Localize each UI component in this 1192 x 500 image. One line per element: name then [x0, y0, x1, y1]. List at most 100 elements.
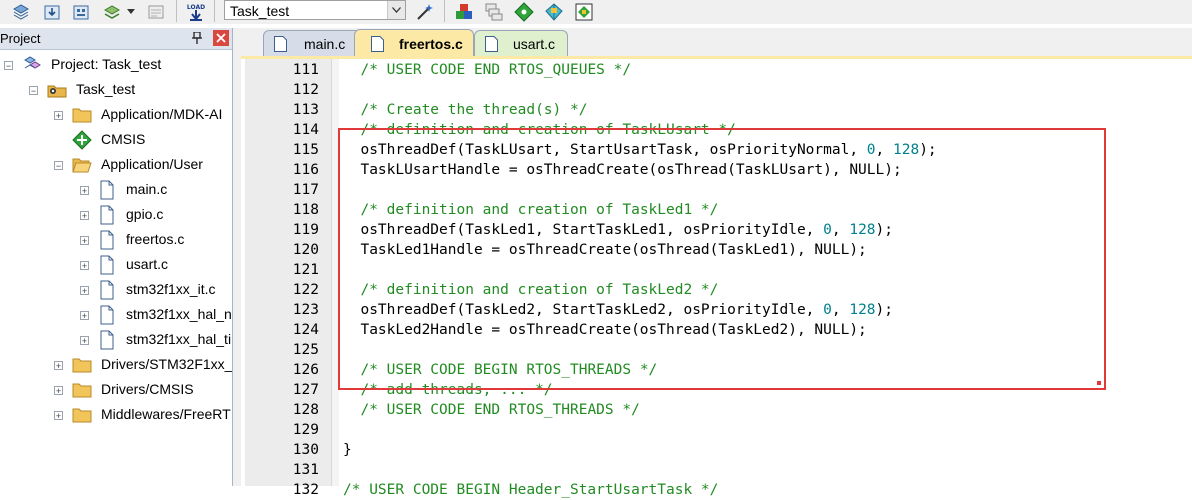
code-line[interactable]: /* USER CODE BEGIN Header_StartUsartTask… — [343, 480, 718, 500]
tree-item[interactable]: + Drivers/CMSIS — [0, 379, 232, 401]
expand-icon[interactable]: + — [54, 361, 63, 371]
code-line[interactable]: /* USER CODE END RTOS_THREADS */ — [343, 400, 640, 420]
chevron-down-icon[interactable] — [124, 2, 138, 22]
tree-item[interactable]: − Task_test — [0, 79, 232, 101]
tab-label: freertos.c — [399, 35, 463, 52]
line-number: 111 — [292, 62, 319, 78]
project-tree: − Project: Task_test − Task_test + Applicatio… — [0, 50, 232, 486]
pack-icon[interactable] — [544, 2, 564, 22]
translate-icon[interactable] — [146, 2, 166, 22]
magic-wand-icon[interactable] — [415, 2, 435, 22]
tree-item[interactable]: + Middlewares/FreeRT — [0, 404, 232, 426]
windows-icon[interactable] — [484, 2, 504, 22]
tree-item[interactable]: + stm32f1xx_hal_n — [0, 304, 232, 326]
diamond-icon[interactable] — [514, 2, 534, 22]
line-number: 131 — [292, 462, 319, 478]
line-number: 115 — [292, 142, 319, 158]
tree-item-label: main.c — [126, 181, 168, 197]
tree-item-label: usart.c — [126, 256, 169, 272]
expand-icon[interactable]: + — [54, 411, 63, 421]
tree-item[interactable]: + Application/MDK-AI — [0, 104, 232, 126]
line-number: 128 — [292, 402, 319, 418]
tree-item-label: stm32f1xx_hal_ti — [126, 331, 232, 347]
open-folder-icon — [72, 155, 92, 175]
code-comment: /* USER CODE BEGIN Header_StartUsartTask… — [343, 482, 719, 498]
folder-icon — [72, 105, 92, 125]
tree-item[interactable]: + usart.c — [0, 254, 232, 276]
load-icon[interactable]: LOAD — [186, 2, 206, 22]
component-icon[interactable] — [454, 2, 474, 22]
tree-item-label: stm32f1xx_hal_n — [126, 306, 232, 322]
line-number: 126 — [292, 362, 319, 378]
pack-installer-icon[interactable] — [574, 2, 594, 22]
batch-icon[interactable] — [71, 2, 91, 22]
tree-item[interactable]: + stm32f1xx_hal_ti — [0, 329, 232, 351]
expand-icon[interactable]: + — [80, 286, 89, 296]
line-number: 125 — [292, 342, 319, 358]
line-number: 117 — [292, 182, 319, 198]
tree-item[interactable]: + main.c — [0, 179, 232, 201]
tree-item[interactable]: + stm32f1xx_it.c — [0, 279, 232, 301]
code-line[interactable]: } — [343, 440, 352, 460]
stack-icon[interactable] — [11, 2, 31, 22]
svg-text:LOAD: LOAD — [187, 4, 205, 11]
line-number: 113 — [292, 102, 319, 118]
tree-item[interactable]: CMSIS — [0, 129, 232, 151]
tab-usart-c[interactable]: usart.c — [474, 30, 568, 56]
line-number: 127 — [292, 382, 319, 398]
collapse-icon[interactable]: − — [29, 86, 38, 96]
code-line[interactable]: /* USER CODE END RTOS_QUEUES */ — [343, 60, 631, 80]
line-number: 119 — [292, 222, 319, 238]
tree-item[interactable]: + Drivers/STM32F1xx_ — [0, 354, 232, 376]
code-comment: /* USER CODE END RTOS_THREADS */ — [360, 402, 640, 418]
highlight-box — [338, 128, 1106, 390]
tree-item[interactable]: + gpio.c — [0, 204, 232, 226]
project-panel-title: Project — [0, 31, 41, 46]
tree-item[interactable]: − Project: Task_test — [0, 54, 232, 76]
tab-freertos-c[interactable]: freertos.c — [354, 29, 474, 57]
expand-icon[interactable]: + — [80, 236, 89, 246]
folder-icon — [72, 405, 92, 425]
line-number: 120 — [292, 242, 319, 258]
project-panel-header: Project — [0, 28, 232, 50]
editor-tab-bar: main.c freertos.c usart.c — [241, 28, 1192, 57]
green-diamond-icon — [72, 130, 92, 150]
select-arrow-icon[interactable] — [387, 1, 405, 19]
expand-icon[interactable]: + — [54, 111, 63, 121]
expand-icon[interactable]: + — [54, 386, 63, 396]
tree-item[interactable]: + freertos.c — [0, 229, 232, 251]
expand-icon[interactable]: + — [80, 211, 89, 221]
highlight-box-handle — [1097, 381, 1101, 385]
code-line[interactable]: /* Create the thread(s) */ — [343, 100, 587, 120]
collapse-icon[interactable]: − — [4, 61, 13, 71]
folder-icon — [72, 355, 92, 375]
target-select[interactable]: Task_test — [224, 0, 406, 20]
line-number: 116 — [292, 162, 319, 178]
project-icon — [22, 55, 42, 75]
tree-item-label: CMSIS — [101, 131, 146, 147]
layers-icon[interactable] — [102, 2, 122, 22]
expand-icon[interactable]: + — [80, 311, 89, 321]
code-text: } — [343, 442, 352, 458]
expand-icon[interactable]: + — [80, 186, 89, 196]
close-icon[interactable] — [213, 30, 229, 46]
file-icon — [97, 330, 117, 350]
line-number: 121 — [292, 262, 319, 278]
line-number: 114 — [292, 122, 319, 138]
file-icon — [97, 230, 117, 250]
line-number: 118 — [292, 202, 319, 218]
tree-item-label: stm32f1xx_it.c — [126, 281, 216, 297]
expand-icon[interactable]: + — [80, 336, 89, 346]
download-icon[interactable] — [42, 2, 62, 22]
tree-item-label: freertos.c — [126, 231, 185, 247]
expand-icon[interactable]: + — [80, 261, 89, 271]
collapse-icon[interactable]: − — [54, 161, 63, 171]
code-comment: /* USER CODE END RTOS_QUEUES */ — [360, 62, 632, 78]
tree-item-label: Middlewares/FreeRT — [101, 406, 231, 422]
tree-item-label: Drivers/STM32F1xx_ — [101, 356, 232, 372]
file-icon — [97, 205, 117, 225]
tree-item[interactable]: − Application/User — [0, 154, 232, 176]
target-folder-icon — [47, 80, 67, 100]
pin-icon[interactable] — [190, 31, 204, 45]
